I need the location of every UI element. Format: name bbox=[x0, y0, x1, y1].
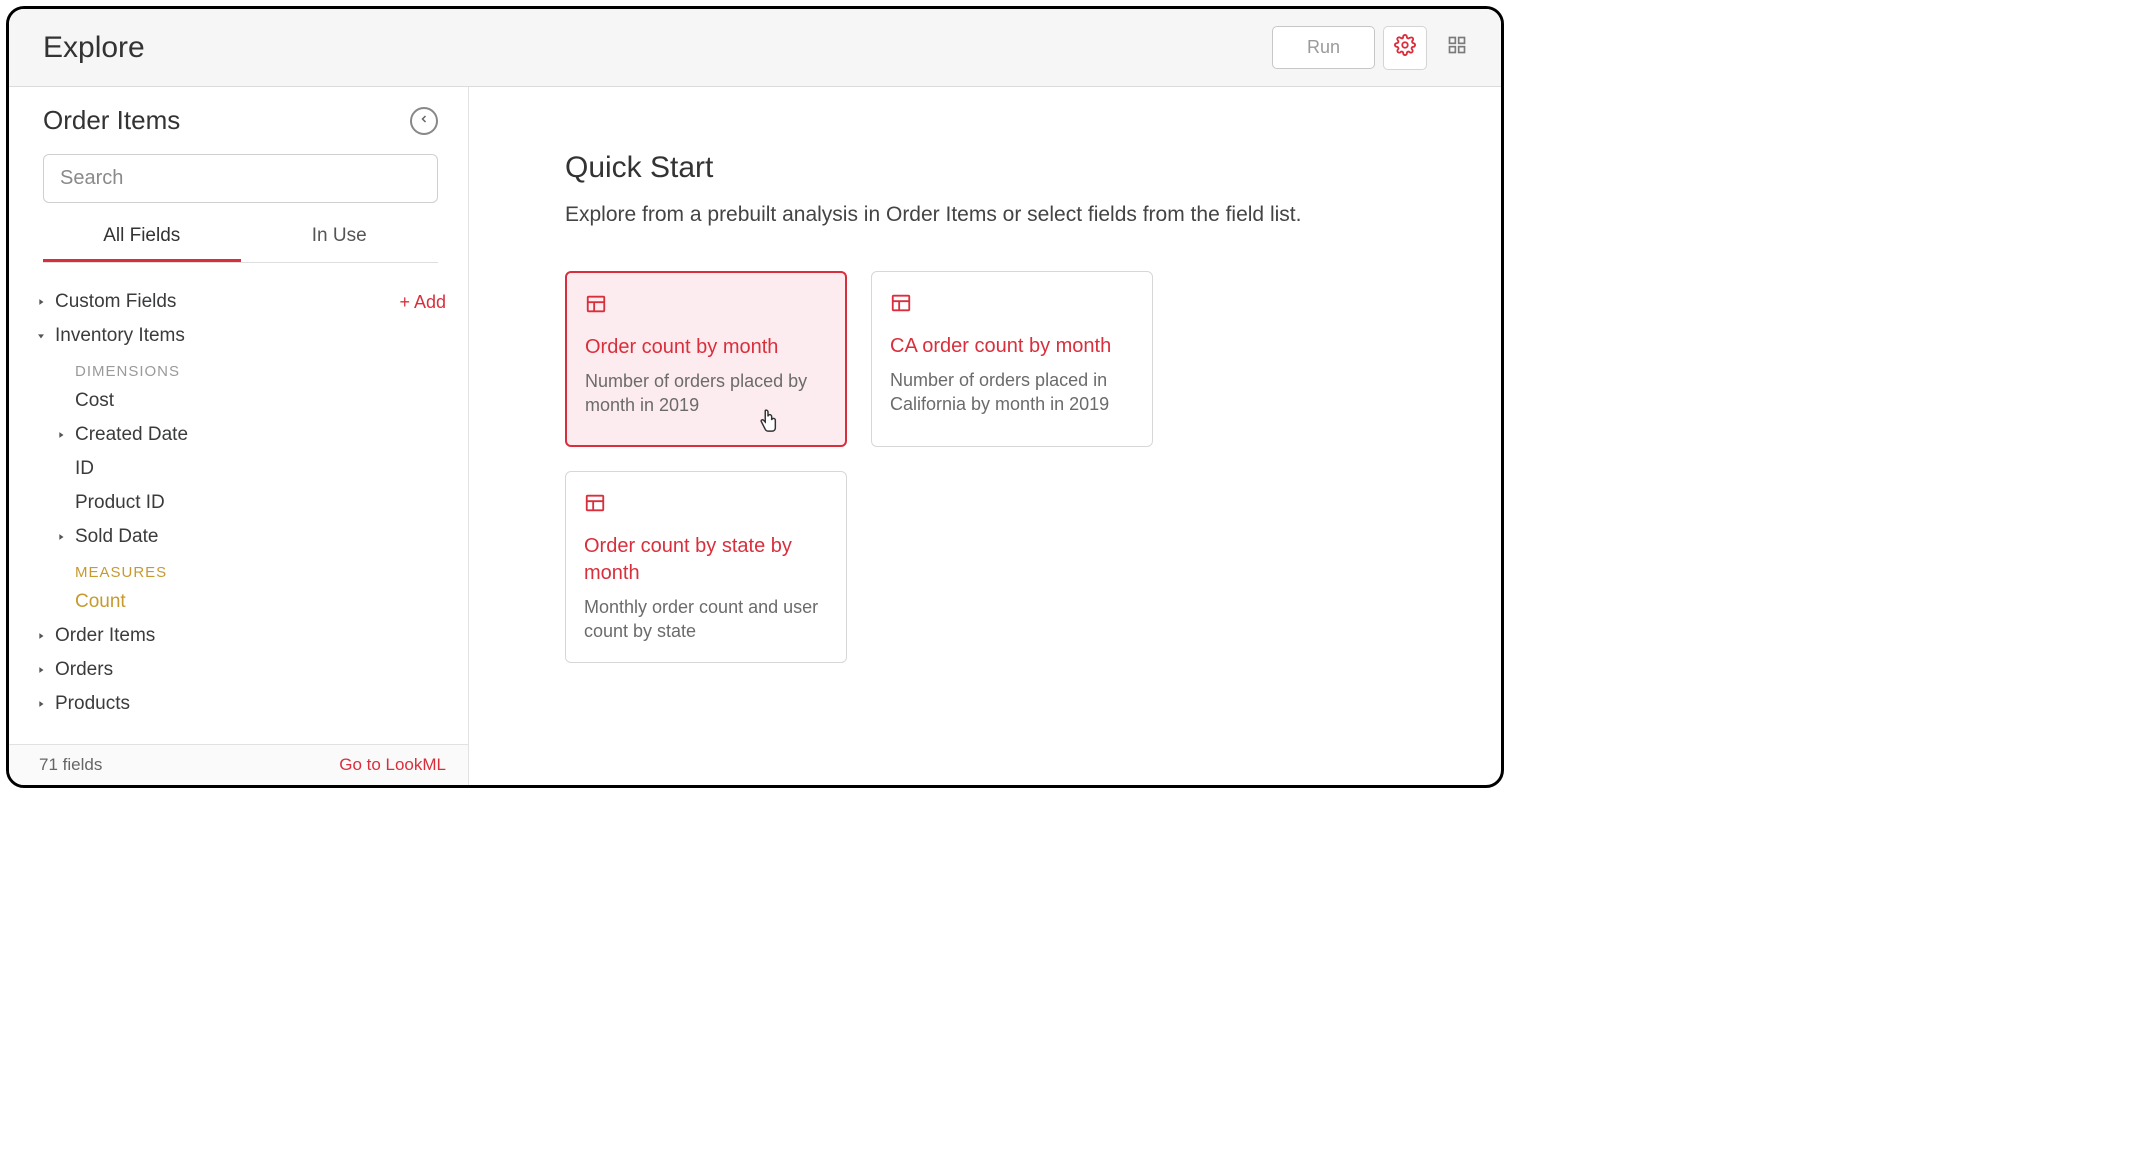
sidebar-top: Order Items All Fields In Use bbox=[9, 87, 468, 273]
field-label: Sold Date bbox=[71, 526, 446, 548]
tab-in-use[interactable]: In Use bbox=[241, 209, 439, 262]
quick-start-title: Quick Start bbox=[565, 151, 1501, 185]
group-label: Order Items bbox=[51, 625, 446, 647]
go-to-lookml-link[interactable]: Go to LookML bbox=[339, 755, 446, 775]
main-panel: Quick Start Explore from a prebuilt anal… bbox=[469, 87, 1501, 785]
grid-icon bbox=[1447, 35, 1467, 60]
dimensions-header: DIMENSIONS bbox=[31, 353, 446, 384]
caret-right-icon bbox=[31, 297, 51, 307]
page-title: Explore bbox=[43, 31, 145, 65]
field-tabs: All Fields In Use bbox=[43, 209, 438, 263]
add-label: Add bbox=[414, 292, 446, 313]
card-title: Order count by month bbox=[585, 334, 827, 361]
field-label: Created Date bbox=[71, 424, 446, 446]
card-ca-order-count-by-month[interactable]: CA order count by month Number of orders… bbox=[871, 271, 1153, 447]
gear-icon bbox=[1394, 34, 1416, 61]
table-icon bbox=[585, 293, 827, 320]
caret-right-icon bbox=[31, 631, 51, 641]
sidebar-footer: 71 fields Go to LookML bbox=[9, 744, 468, 785]
caret-right-icon bbox=[31, 699, 51, 709]
card-title: CA order count by month bbox=[890, 333, 1134, 360]
explore-window: Explore Run Order Items bbox=[6, 6, 1504, 788]
caret-right-icon bbox=[51, 430, 71, 440]
group-inventory-items[interactable]: Inventory Items bbox=[31, 319, 446, 353]
card-order-count-by-state-by-month[interactable]: Order count by state by month Monthly or… bbox=[565, 471, 847, 663]
group-label: Orders bbox=[51, 659, 446, 681]
quick-start-cards: Order count by month Number of orders pl… bbox=[565, 271, 1205, 663]
header-bar: Explore Run bbox=[9, 9, 1501, 87]
group-label: Custom Fields bbox=[51, 291, 399, 313]
field-sold-date[interactable]: Sold Date bbox=[31, 520, 446, 554]
field-created-date[interactable]: Created Date bbox=[31, 418, 446, 452]
caret-right-icon bbox=[31, 665, 51, 675]
add-custom-field-button[interactable]: + Add bbox=[399, 292, 446, 313]
field-sidebar: Order Items All Fields In Use bbox=[9, 87, 469, 785]
body: Order Items All Fields In Use bbox=[9, 87, 1501, 785]
card-title: Order count by state by month bbox=[584, 533, 828, 587]
field-list: Custom Fields + Add Inventory Items DIME… bbox=[9, 273, 468, 744]
settings-button[interactable] bbox=[1383, 26, 1427, 70]
field-product-id[interactable]: Product ID bbox=[31, 486, 446, 520]
collapse-sidebar-button[interactable] bbox=[410, 107, 438, 135]
card-desc: Monthly order count and user count by st… bbox=[584, 595, 828, 644]
field-count: 71 fields bbox=[39, 755, 102, 775]
sidebar-title: Order Items bbox=[43, 105, 180, 136]
group-label: Inventory Items bbox=[51, 325, 446, 347]
group-order-items[interactable]: Order Items bbox=[31, 619, 446, 653]
group-orders[interactable]: Orders bbox=[31, 653, 446, 687]
card-order-count-by-month[interactable]: Order count by month Number of orders pl… bbox=[565, 271, 847, 447]
group-products[interactable]: Products bbox=[31, 687, 446, 721]
caret-down-icon bbox=[31, 331, 51, 341]
card-desc: Number of orders placed in California by… bbox=[890, 368, 1134, 417]
run-button[interactable]: Run bbox=[1272, 26, 1375, 69]
dashboard-grid-button[interactable] bbox=[1435, 26, 1479, 70]
header-actions: Run bbox=[1272, 26, 1479, 70]
field-id[interactable]: ID bbox=[31, 452, 446, 486]
table-icon bbox=[584, 492, 828, 519]
measures-header: MEASURES bbox=[31, 554, 446, 585]
group-custom-fields[interactable]: Custom Fields + Add bbox=[31, 285, 446, 319]
plus-icon: + bbox=[399, 292, 410, 313]
field-cost[interactable]: Cost bbox=[31, 384, 446, 418]
card-desc: Number of orders placed by month in 2019 bbox=[585, 369, 827, 418]
field-count[interactable]: Count bbox=[31, 585, 446, 619]
quick-start-subtitle: Explore from a prebuilt analysis in Orde… bbox=[565, 203, 1501, 227]
caret-right-icon bbox=[51, 532, 71, 542]
search-input[interactable] bbox=[43, 154, 438, 203]
tab-all-fields[interactable]: All Fields bbox=[43, 209, 241, 262]
chevron-left-icon bbox=[418, 112, 430, 130]
group-label: Products bbox=[51, 693, 446, 715]
table-icon bbox=[890, 292, 1134, 319]
